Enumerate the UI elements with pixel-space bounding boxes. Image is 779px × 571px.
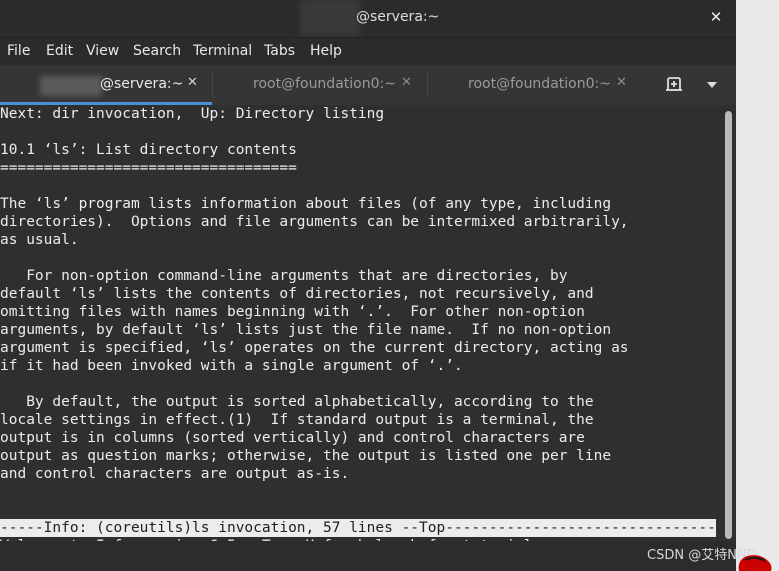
window-title: @servera:~: [356, 9, 440, 25]
tab-label: root@foundation0:~: [253, 76, 396, 92]
menu-terminal[interactable]: Terminal: [193, 43, 252, 59]
tab-foundation0-2[interactable]: root@foundation0:~ ✕: [428, 65, 641, 105]
window-bottom: [0, 541, 736, 571]
terminal-output[interactable]: Next: dir invocation, Up: Directory list…: [0, 105, 722, 554]
tab-bar: @servera:~ ✕ root@foundation0:~ ✕ root@f…: [0, 65, 736, 105]
menu-view[interactable]: View: [86, 43, 119, 59]
info-status-line: -----Info: (coreutils)ls invocation, 57 …: [0, 519, 716, 537]
terminal-line: Next: dir invocation, Up: Directory list…: [0, 106, 385, 122]
tab-label: @servera:~: [100, 76, 184, 92]
terminal-line: output is in columns (sorted vertically)…: [0, 430, 585, 446]
terminal-line: output as question marks; otherwise, the…: [0, 448, 612, 464]
close-icon[interactable]: ✕: [708, 7, 724, 27]
menu-file[interactable]: File: [7, 43, 30, 59]
terminal-line: argument is specified, ‘ls’ operates on …: [0, 340, 629, 356]
scrollbar[interactable]: [722, 105, 736, 541]
menu-edit[interactable]: Edit: [46, 43, 73, 59]
terminal-line: For non-option command-line arguments th…: [0, 268, 568, 284]
terminal-line: if it had been invoked with a single arg…: [0, 358, 463, 374]
terminal-line: as usual.: [0, 232, 79, 248]
terminal-line: and control characters are output as-is.: [0, 466, 350, 482]
terminal-text: Next: dir invocation, Up: Directory list…: [0, 105, 716, 555]
terminal-line: directories). Options and file arguments…: [0, 214, 629, 230]
menu-tabs[interactable]: Tabs: [264, 43, 295, 59]
menu-bar: File Edit View Search Terminal Tabs Help: [0, 37, 736, 66]
terminal-line: By default, the output is sorted alphabe…: [0, 394, 594, 410]
tab-servera[interactable]: @servera:~ ✕: [0, 65, 212, 105]
scrollbar-thumb[interactable]: [725, 111, 732, 539]
title-bar[interactable]: @servera:~ ✕: [0, 0, 736, 37]
redacted-username: [40, 76, 102, 96]
terminal-line: The ‘ls’ program lists information about…: [0, 196, 612, 212]
menu-search[interactable]: Search: [133, 43, 181, 59]
chevron-down-icon[interactable]: [707, 82, 717, 88]
new-tab-icon[interactable]: [665, 75, 683, 93]
tab-close-icon[interactable]: ✕: [616, 75, 627, 90]
tab-foundation0-1[interactable]: root@foundation0:~ ✕: [213, 65, 426, 105]
tab-label: root@foundation0:~: [468, 76, 611, 92]
redhat-logo-icon: [738, 555, 772, 571]
terminal-line: locale settings in effect.(1) If standar…: [0, 412, 594, 428]
terminal-line: 10.1 ‘ls’: List directory contents: [0, 142, 297, 158]
tab-close-icon[interactable]: ✕: [401, 75, 412, 90]
terminal-line: default ‘ls’ lists the contents of direc…: [0, 286, 594, 302]
terminal-line: arguments, by default ‘ls’ lists just th…: [0, 322, 612, 338]
redacted-hostname: [300, 0, 360, 36]
terminal-line: omitting files with names beginning with…: [0, 304, 585, 320]
menu-help[interactable]: Help: [310, 43, 342, 59]
terminal-window: @servera:~ ✕ File Edit View Search Termi…: [0, 0, 736, 571]
tab-close-icon[interactable]: ✕: [187, 75, 198, 90]
terminal-line: ==================================: [0, 160, 297, 176]
